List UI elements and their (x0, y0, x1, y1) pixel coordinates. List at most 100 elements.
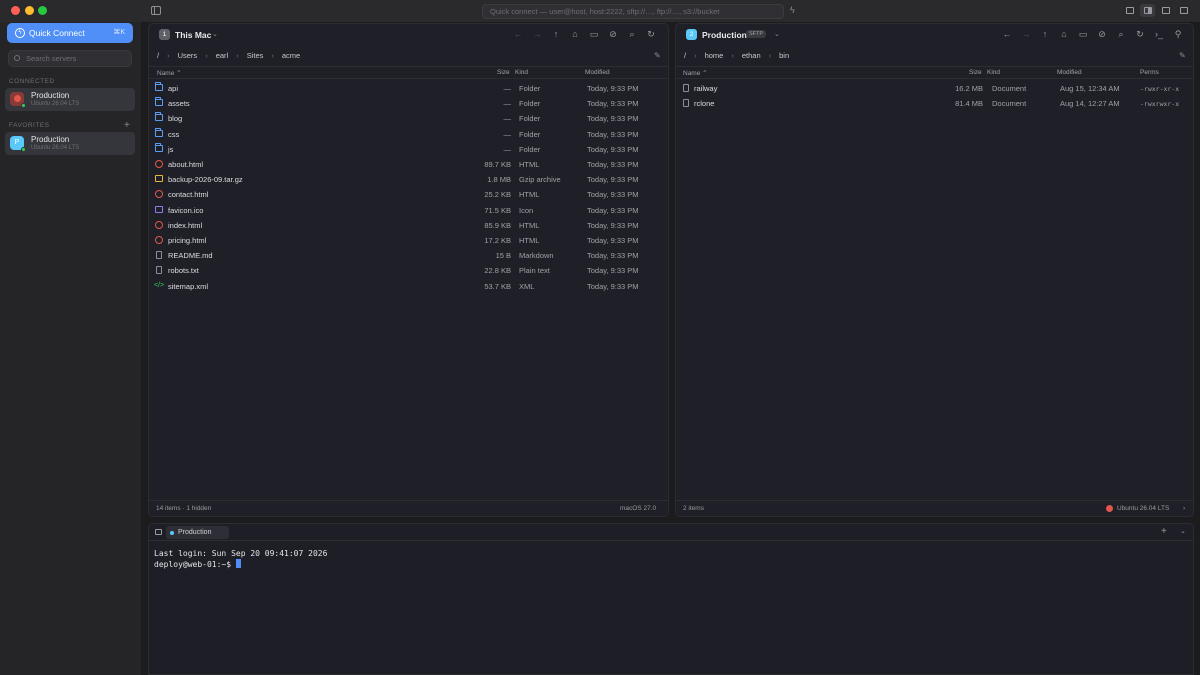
file-row[interactable]: rclone 81.4 MB Document Aug 14, 12:27 AM -rw… (676, 96, 1193, 111)
file-name: assets (168, 99, 190, 109)
terminal-tab-production[interactable]: Production (166, 526, 229, 539)
back-icon[interactable]: ← (513, 29, 523, 40)
pane-title[interactable]: This Mac (175, 30, 211, 40)
kind-column-header[interactable]: Kind (987, 69, 1000, 76)
refresh-icon[interactable]: ↻ (1135, 29, 1145, 40)
file-row[interactable]: favicon.ico 71.5 KB Icon Today, 9:33 PM (149, 203, 668, 218)
file-modified: Today, 9:33 PM (587, 236, 639, 245)
server-name: Production (31, 91, 70, 100)
size-column-header[interactable]: Size (497, 69, 510, 76)
breadcrumb-acme[interactable]: acme (282, 51, 300, 60)
breadcrumb-home[interactable]: home (705, 51, 724, 60)
hide-hidden-icon[interactable]: ⊘ (608, 29, 618, 40)
text-icon (156, 266, 162, 275)
search-icon[interactable]: ⌕ (627, 29, 637, 40)
hide-hidden-icon[interactable]: ⊘ (1097, 29, 1107, 40)
file-row[interactable]: </> sitemap.xml 53.7 KB XML Today, 9:33 PM (149, 279, 668, 294)
file-row[interactable]: blog — Folder Today, 9:33 PM (149, 111, 668, 126)
up-icon[interactable]: ↑ (1040, 29, 1050, 40)
zoom-window-button[interactable] (38, 6, 47, 15)
name-column-header[interactable]: Name ⌃ (683, 69, 708, 77)
layout-split-button[interactable] (1140, 4, 1155, 17)
layout-single-button[interactable] (1122, 4, 1137, 17)
home-icon[interactable]: ⌂ (570, 29, 580, 40)
file-modified: Today, 9:33 PM (587, 205, 639, 215)
refresh-icon[interactable]: ↻ (646, 29, 656, 40)
pane-title[interactable]: Production (702, 30, 747, 40)
quick-connect-button[interactable]: ϟ Quick Connect ⌘K (7, 23, 133, 43)
terminal-output[interactable]: Last login: Sun Sep 20 09:41:07 2026 depl… (154, 549, 327, 570)
sidebar-toggle-icon[interactable] (151, 6, 161, 15)
file-name: contact.html (168, 190, 209, 200)
server-item-connected-production[interactable]: Production Ubuntu 26.04 LTS (5, 88, 135, 111)
edit-path-icon[interactable]: ✎ (1179, 51, 1186, 60)
breadcrumb-ethan[interactable]: ethan (742, 51, 761, 60)
file-row[interactable]: assets — Folder Today, 9:33 PM (149, 96, 668, 111)
new-folder-icon[interactable]: ▭ (1078, 29, 1088, 40)
breadcrumb-root[interactable]: / (157, 51, 159, 60)
perms-column-header[interactable]: Perms (1140, 69, 1159, 76)
name-column-header[interactable]: Name ⌃ (157, 69, 182, 77)
home-icon[interactable]: ⌂ (1059, 29, 1069, 40)
file-row[interactable]: api — Folder Today, 9:33 PM (149, 81, 668, 96)
connected-status-dot (21, 147, 26, 152)
back-icon[interactable]: ← (1002, 29, 1012, 40)
new-folder-icon[interactable]: ▭ (589, 29, 599, 40)
file-size: 15 B (495, 251, 511, 261)
close-window-button[interactable] (11, 6, 20, 15)
terminal-icon[interactable]: ›_ (1154, 29, 1164, 40)
file-row[interactable]: README.md 15 B Markdown Today, 9:33 PM (149, 248, 668, 263)
chevron-right-icon[interactable]: › (1183, 505, 1185, 512)
local-file-pane: 1 This Mac ⌄ ← → ↑ ⌂ ▭ ⊘ ⌕ ↻ / › Users › e… (148, 23, 669, 517)
remote-file-pane: 2 Production SFTP ⌄ ← → ↑ ⌂ ▭ ⊘ ⌕ ↻ ›_ ⚲… (675, 23, 1194, 517)
search-servers-input[interactable]: Search servers (8, 50, 132, 67)
quick-connect-input[interactable]: Quick connect — user@host, host:2222, sf… (482, 4, 784, 19)
breadcrumb-root[interactable]: / (684, 51, 686, 60)
search-icon[interactable]: ⌕ (1116, 29, 1126, 40)
disconnect-icon[interactable]: ⚲ (1173, 29, 1183, 40)
file-name: backup-2026-09.tar.gz (168, 175, 243, 185)
forward-icon[interactable]: → (532, 29, 542, 40)
lightning-icon[interactable]: ϟ (790, 5, 795, 15)
edit-path-icon[interactable]: ✎ (654, 51, 661, 60)
shortcut-hint: ⌘K (113, 29, 125, 36)
file-modified: Today, 9:33 PM (587, 99, 639, 109)
breadcrumb-bin[interactable]: bin (779, 51, 789, 60)
file-modified: Today, 9:33 PM (587, 144, 639, 154)
file-row[interactable]: contact.html 25.2 KB HTML Today, 9:33 PM (149, 187, 668, 202)
file-row[interactable]: js — Folder Today, 9:33 PM (149, 142, 668, 157)
breadcrumb-users[interactable]: Users (178, 51, 198, 60)
file-row[interactable]: index.html 85.9 KB HTML Today, 9:33 PM (149, 218, 668, 233)
file-size: 53.7 KB (484, 281, 511, 291)
breadcrumb-earl[interactable]: earl (216, 51, 229, 60)
layout-stack-button[interactable] (1176, 4, 1191, 17)
breadcrumb-sites[interactable]: Sites (247, 51, 264, 60)
chevron-down-icon[interactable]: ⌄ (1180, 527, 1186, 535)
archive-icon (155, 175, 163, 183)
file-row[interactable]: pricing.html 17.2 KB HTML Today, 9:33 PM (149, 233, 668, 248)
modified-column-header[interactable]: Modified (585, 69, 610, 76)
forward-icon[interactable]: → (1021, 29, 1031, 40)
server-os: Ubuntu 26.04 LTS (31, 145, 80, 151)
terminal-prompt-line: deploy@web-01:~$ (154, 559, 327, 570)
server-item-favorite-production[interactable]: P Production Ubuntu 26.04 LTS (5, 132, 135, 155)
file-row[interactable]: backup-2026-09.tar.gz 1.8 MB Gzip archive T… (149, 172, 668, 187)
file-row[interactable]: railway 16.2 MB Document Aug 15, 12:34 AM -r… (676, 81, 1193, 96)
file-row[interactable]: about.html 89.7 KB HTML Today, 9:33 PM (149, 157, 668, 172)
file-row[interactable]: css — Folder Today, 9:33 PM (149, 127, 668, 142)
file-modified: Today, 9:33 PM (587, 160, 639, 169)
chevron-down-icon[interactable]: ⌄ (774, 30, 780, 38)
chevron-down-icon[interactable]: ⌄ (212, 30, 218, 38)
file-row[interactable]: robots.txt 22.8 KB Plain text Today, 9:33 P… (149, 263, 668, 278)
bolt-icon: ϟ (15, 28, 25, 38)
minimize-window-button[interactable] (25, 6, 34, 15)
modified-column-header[interactable]: Modified (1057, 69, 1082, 76)
up-icon[interactable]: ↑ (551, 29, 561, 40)
add-favorite-icon[interactable]: + (124, 120, 130, 131)
size-column-header[interactable]: Size (969, 69, 982, 76)
file-kind: Folder (519, 84, 541, 93)
folder-icon (155, 127, 163, 137)
kind-column-header[interactable]: Kind (515, 69, 528, 76)
layout-grid-button[interactable] (1158, 4, 1173, 17)
new-terminal-tab-icon[interactable]: + (1161, 526, 1167, 537)
